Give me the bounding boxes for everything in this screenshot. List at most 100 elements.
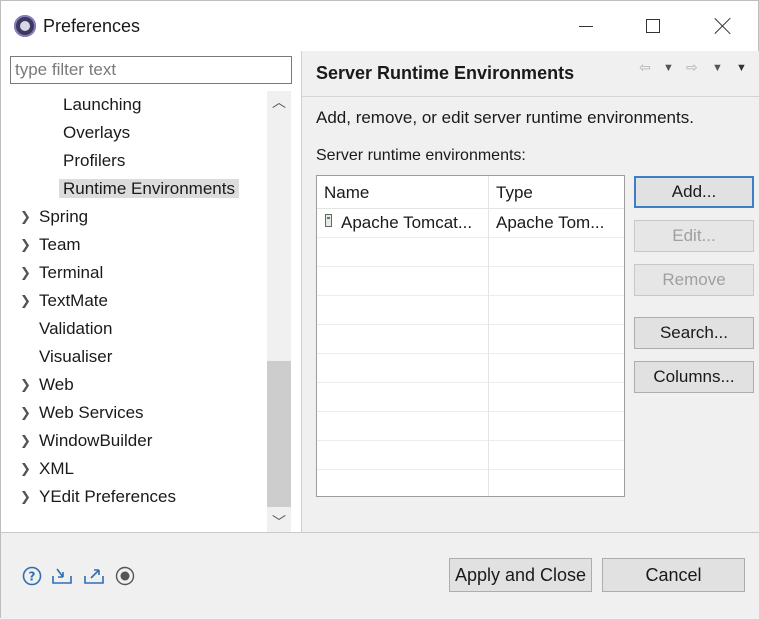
preference-tree-pane: Launching Overlays Profilers Runtime Enviro… bbox=[1, 51, 301, 533]
tree-item-label: Terminal bbox=[39, 263, 104, 282]
export-icon[interactable] bbox=[83, 565, 105, 587]
remove-button[interactable]: Remove bbox=[634, 264, 754, 296]
edit-button[interactable]: Edit... bbox=[634, 220, 754, 252]
scrollbar-thumb[interactable] bbox=[267, 361, 291, 507]
tree-item-label: Visualiser bbox=[39, 347, 113, 366]
server-icon bbox=[325, 214, 332, 227]
tree-item-label: Profilers bbox=[63, 151, 126, 170]
preferences-window: Preferences Launching Overlays Profilers Ru… bbox=[0, 0, 759, 619]
runtime-table[interactable]: Name Type Apache Tomcat... Apache Tom... bbox=[316, 175, 625, 497]
empty-cell bbox=[317, 440, 489, 469]
forward-arrow-icon[interactable]: ⇨ bbox=[686, 59, 698, 76]
dialog-button-bar: ? Apply and Close Cancel bbox=[1, 533, 759, 619]
minimize-icon bbox=[579, 25, 593, 27]
tree-item-label: XML bbox=[39, 459, 74, 478]
forward-dropdown-icon[interactable]: ▼ bbox=[712, 62, 723, 74]
table-header: Name Type bbox=[317, 176, 624, 209]
tree-item[interactable]: ❯ Web Services bbox=[20, 400, 144, 426]
chevron-right-icon[interactable]: ❯ bbox=[20, 260, 31, 286]
cell-name-text: Apache Tomcat... bbox=[341, 213, 473, 232]
cell-name: Apache Tomcat... bbox=[317, 208, 489, 237]
chevron-right-icon[interactable]: ❯ bbox=[20, 400, 31, 426]
chevron-right-icon[interactable]: ❯ bbox=[20, 456, 31, 482]
maximize-icon bbox=[646, 19, 660, 33]
tree-item[interactable]: Validation bbox=[39, 316, 112, 342]
chevron-right-icon[interactable]: ❯ bbox=[20, 204, 31, 230]
scroll-down-icon[interactable]: ﹀ bbox=[267, 511, 291, 533]
tree-scrollbar[interactable]: ︿ ﹀ bbox=[267, 91, 291, 533]
tree-item[interactable]: Profilers bbox=[63, 148, 125, 174]
empty-cell bbox=[317, 266, 489, 295]
scroll-up-icon[interactable]: ︿ bbox=[267, 91, 291, 113]
chevron-right-icon[interactable]: ❯ bbox=[20, 288, 31, 314]
tree-item-label: Validation bbox=[39, 319, 113, 338]
back-dropdown-icon[interactable]: ▼ bbox=[663, 62, 674, 74]
chevron-right-icon[interactable]: ❯ bbox=[20, 484, 31, 510]
columns-button[interactable]: Columns... bbox=[634, 361, 754, 393]
add-button[interactable]: Add... bbox=[634, 176, 754, 208]
tree-item[interactable]: Overlays bbox=[63, 120, 130, 146]
tree-item[interactable]: ❯ Terminal bbox=[20, 260, 104, 286]
tree-item[interactable]: Visualiser bbox=[39, 344, 112, 370]
empty-cell bbox=[317, 469, 489, 496]
tree-item-label: Runtime Environments bbox=[59, 179, 239, 198]
tree-item-label: TextMate bbox=[39, 291, 108, 310]
help-icon[interactable]: ? bbox=[21, 565, 43, 587]
empty-cell bbox=[489, 266, 624, 295]
column-header-type[interactable]: Type bbox=[489, 176, 624, 208]
title-separator bbox=[302, 96, 759, 97]
empty-cell bbox=[317, 237, 489, 266]
chevron-right-icon[interactable]: ❯ bbox=[20, 372, 31, 398]
title-bar: Preferences bbox=[1, 1, 758, 51]
eclipse-app-icon bbox=[14, 15, 36, 37]
cancel-button[interactable]: Cancel bbox=[602, 558, 745, 592]
search-button[interactable]: Search... bbox=[634, 317, 754, 349]
chevron-right-icon[interactable]: ❯ bbox=[20, 428, 31, 454]
empty-cell bbox=[489, 353, 624, 382]
tree-item[interactable]: ❯ Web bbox=[20, 372, 74, 398]
page-pane: Server Runtime Environments ⇦ ▼ ⇨ ▼ ▼ Ad… bbox=[302, 51, 759, 532]
table-row[interactable]: Apache Tomcat... Apache Tom... bbox=[317, 208, 624, 238]
back-arrow-icon[interactable]: ⇦ bbox=[639, 59, 651, 76]
minimize-button[interactable] bbox=[566, 9, 606, 43]
table-row bbox=[317, 353, 624, 383]
filter-input[interactable] bbox=[10, 56, 292, 84]
svg-text:?: ? bbox=[29, 570, 36, 584]
tree-item[interactable]: ❯ XML bbox=[20, 456, 74, 482]
empty-cell bbox=[489, 237, 624, 266]
tree-item[interactable]: ❯ WindowBuilder bbox=[20, 428, 153, 454]
empty-cell bbox=[317, 324, 489, 353]
apply-and-close-button[interactable]: Apply and Close bbox=[449, 558, 592, 592]
page-title: Server Runtime Environments bbox=[316, 63, 575, 83]
empty-cell bbox=[489, 469, 624, 496]
empty-cell bbox=[489, 440, 624, 469]
table-row bbox=[317, 469, 624, 496]
table-row bbox=[317, 237, 624, 267]
tree-item-label: Web bbox=[39, 375, 74, 394]
empty-cell bbox=[489, 295, 624, 324]
maximize-button[interactable] bbox=[633, 9, 673, 43]
empty-cell bbox=[317, 295, 489, 324]
tree-item-label: WindowBuilder bbox=[39, 431, 153, 450]
tree-item-label: Spring bbox=[39, 207, 89, 226]
empty-cell bbox=[317, 382, 489, 411]
chevron-right-icon[interactable]: ❯ bbox=[20, 232, 31, 258]
record-icon[interactable] bbox=[114, 565, 136, 587]
column-header-name[interactable]: Name bbox=[317, 176, 489, 208]
tree-item-label: Overlays bbox=[63, 123, 131, 142]
tree-item[interactable]: Runtime Environments bbox=[59, 176, 239, 202]
table-row bbox=[317, 440, 624, 470]
close-button[interactable] bbox=[703, 9, 743, 43]
cell-type: Apache Tom... bbox=[496, 213, 605, 232]
empty-cell bbox=[489, 411, 624, 440]
window-title: Preferences bbox=[43, 16, 141, 36]
view-menu-icon[interactable]: ▼ bbox=[736, 62, 747, 74]
empty-cell bbox=[489, 324, 624, 353]
tree-item[interactable]: ❯ Team bbox=[20, 232, 81, 258]
table-row bbox=[317, 295, 624, 325]
tree-item[interactable]: ❯ Spring bbox=[20, 204, 89, 230]
tree-item[interactable]: ❯ TextMate bbox=[20, 288, 108, 314]
import-icon[interactable] bbox=[51, 565, 73, 587]
tree-item[interactable]: ❯ YEdit Preferences bbox=[20, 484, 176, 510]
tree-item[interactable]: Launching bbox=[63, 92, 141, 118]
